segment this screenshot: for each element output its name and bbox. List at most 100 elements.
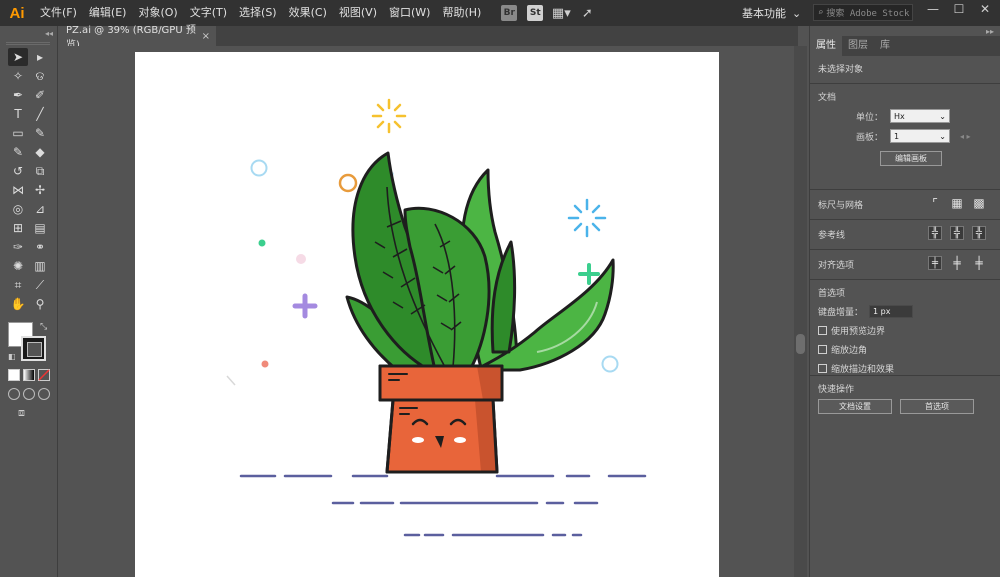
smart-guides-icon[interactable]: ╬ [972, 226, 986, 240]
align-to-pixel-icon[interactable]: ╪ [928, 256, 942, 270]
none-mode-icon[interactable] [38, 369, 50, 381]
preview-bounds-checkbox[interactable] [818, 326, 827, 335]
grid-icon[interactable]: ▦ [950, 196, 964, 210]
draw-inside-icon[interactable] [38, 388, 50, 400]
artboard-label: 画板： [856, 132, 884, 143]
blend-tool-icon[interactable]: ⚭ [30, 238, 50, 256]
menu-window[interactable]: 窗口(W) [383, 0, 436, 26]
collapse-icon[interactable]: ◂◂ [0, 26, 57, 40]
shape-builder-tool-icon[interactable]: ◎ [8, 200, 28, 218]
keyboard-increment-input[interactable]: 1 px [869, 305, 914, 318]
draw-normal-icon[interactable] [8, 388, 20, 400]
close-tab-icon[interactable]: × [202, 31, 210, 42]
ruler-icon[interactable]: ⌜ [928, 196, 942, 210]
paintbrush-tool-icon[interactable]: ✎ [30, 124, 50, 142]
workspace-switcher[interactable]: 基本功能 ⌄ [742, 4, 801, 22]
lasso-tool-icon[interactable]: ଡ [30, 67, 50, 85]
dot-deco [296, 254, 306, 264]
line-tool-icon[interactable]: ╱ [30, 105, 50, 123]
artboard-tool-icon[interactable]: ⌗ [8, 276, 28, 294]
units-row: 单位： Hx ⌄ [856, 109, 992, 123]
tab-libraries[interactable]: 库 [874, 36, 896, 56]
snap-to-pixel-icon[interactable]: ╪ [972, 256, 986, 270]
artboard[interactable] [135, 52, 719, 577]
maximize-button[interactable]: ☐ [946, 0, 972, 18]
perspective-grid-tool-icon[interactable]: ⊿ [30, 200, 50, 218]
chevron-down-icon: ⌄ [939, 111, 946, 121]
preferences-button[interactable]: 首选项 [900, 399, 974, 414]
panel-grip[interactable] [6, 42, 50, 45]
menu-effect[interactable]: 效果(C) [283, 0, 333, 26]
screen-mode-icon[interactable]: ⧈ [18, 406, 38, 420]
send-icon[interactable]: ➚ [579, 5, 595, 21]
app-bar-icons: Br St ▦▾ ➚ [501, 5, 595, 21]
arrange-documents-icon[interactable]: ▦▾ [552, 5, 571, 21]
transparency-grid-icon[interactable]: ▩ [972, 196, 986, 210]
tools-panel: ◂◂ ➤ ▸ ✧ ଡ ✒ ✐ T ╱ ▭ ✎ ✎ ◆ ↺ ⧉ ⋈ ✢ ◎ ⊿ ⊞… [0, 26, 58, 577]
shaper-tool-icon[interactable]: ✎ [8, 143, 28, 161]
artboard-nav-icon[interactable]: ◂ ▸ [960, 132, 971, 141]
slice-tool-icon[interactable]: ⟋ [30, 276, 50, 294]
artboard-select[interactable]: 1 ⌄ [890, 129, 950, 143]
direct-selection-tool-icon[interactable]: ▸ [30, 48, 50, 66]
eraser-tool-icon[interactable]: ◆ [30, 143, 50, 161]
hand-tool-icon[interactable]: ✋ [8, 295, 28, 313]
lock-guides-icon[interactable]: ╬ [950, 226, 964, 240]
eyedropper-tool-icon[interactable]: ✑ [8, 238, 28, 256]
align-to-pixel-grid-icon[interactable]: ╪ [950, 256, 964, 270]
type-tool-icon[interactable]: T [8, 105, 28, 123]
tab-layers[interactable]: 图层 [842, 36, 874, 56]
workspace-label: 基本功能 [742, 7, 786, 20]
tab-properties[interactable]: 属性 [810, 36, 842, 56]
curvature-tool-icon[interactable]: ✐ [30, 86, 50, 104]
rectangle-tool-icon[interactable]: ▭ [8, 124, 28, 142]
zoom-tool-icon[interactable]: ⚲ [30, 295, 50, 313]
rotate-tool-icon[interactable]: ↺ [8, 162, 28, 180]
minimize-button[interactable]: — [920, 0, 946, 18]
show-guides-icon[interactable]: ╬ [928, 226, 942, 240]
draw-behind-icon[interactable] [23, 388, 35, 400]
scrollbar-thumb[interactable] [796, 334, 805, 354]
checkbox-row[interactable]: 缩放边角 [818, 343, 992, 356]
artboard-value: 1 [894, 131, 900, 141]
scale-corners-checkbox[interactable] [818, 345, 827, 354]
selection-tool-icon[interactable]: ➤ [8, 48, 28, 66]
mesh-tool-icon[interactable]: ⊞ [8, 219, 28, 237]
gradient-mode-icon[interactable] [23, 369, 35, 381]
document-setup-button[interactable]: 文档设置 [818, 399, 892, 414]
swap-fill-stroke-icon[interactable]: ⤡ [40, 322, 47, 332]
circle-deco [250, 159, 268, 177]
collapse-panel-icon[interactable]: ▸▸ [810, 26, 1000, 36]
color-mode-icon[interactable] [8, 369, 20, 381]
checkbox-row[interactable]: 使用预览边界 [818, 324, 992, 337]
canvas-area[interactable] [58, 46, 794, 577]
panel-scrollbar[interactable] [794, 46, 807, 577]
properties-panel: ▸▸ 属性 图层 库 未选择对象 文档 单位： Hx ⌄ 画板： 1 ⌄ ◂ ▸… [809, 26, 1000, 577]
checkbox-row[interactable]: 缩放描边和效果 [818, 362, 992, 375]
stock-icon[interactable]: St [527, 5, 544, 21]
column-graph-tool-icon[interactable]: ▥ [30, 257, 50, 275]
scale-strokes-checkbox[interactable] [818, 364, 827, 373]
units-select[interactable]: Hx ⌄ [890, 109, 950, 123]
menu-help[interactable]: 帮助(H) [436, 0, 487, 26]
puppet-warp-tool-icon[interactable]: ✢ [30, 181, 50, 199]
cheek-right [454, 437, 466, 443]
menu-select[interactable]: 选择(S) [233, 0, 283, 26]
width-tool-icon[interactable]: ⋈ [8, 181, 28, 199]
pen-tool-icon[interactable]: ✒ [8, 86, 28, 104]
symbol-sprayer-tool-icon[interactable]: ✺ [8, 257, 28, 275]
bridge-icon[interactable]: Br [501, 5, 518, 21]
artboard-row: 画板： 1 ⌄ ◂ ▸ [856, 129, 992, 143]
stroke-color-swatch[interactable] [21, 336, 46, 361]
align-icons: ╪ ╪ ╪ [928, 256, 986, 270]
edit-artboards-button[interactable]: 编辑画板 [880, 151, 942, 166]
magic-wand-tool-icon[interactable]: ✧ [8, 67, 28, 85]
menu-view[interactable]: 视图(V) [333, 0, 383, 26]
close-button[interactable]: ✕ [972, 0, 998, 18]
illustrator-window: Ai 文件(F) 编辑(E) 对象(O) 文字(T) 选择(S) 效果(C) 视… [0, 0, 1000, 577]
stock-search-input[interactable]: ⌕ 搜索 Adobe Stock [813, 4, 913, 21]
scale-tool-icon[interactable]: ⧉ [30, 162, 50, 180]
default-fill-stroke-icon[interactable]: ◧ [8, 352, 16, 361]
document-tab[interactable]: PZ.ai @ 39% (RGB/GPU 预览) × [58, 25, 216, 51]
gradient-tool-icon[interactable]: ▤ [30, 219, 50, 237]
